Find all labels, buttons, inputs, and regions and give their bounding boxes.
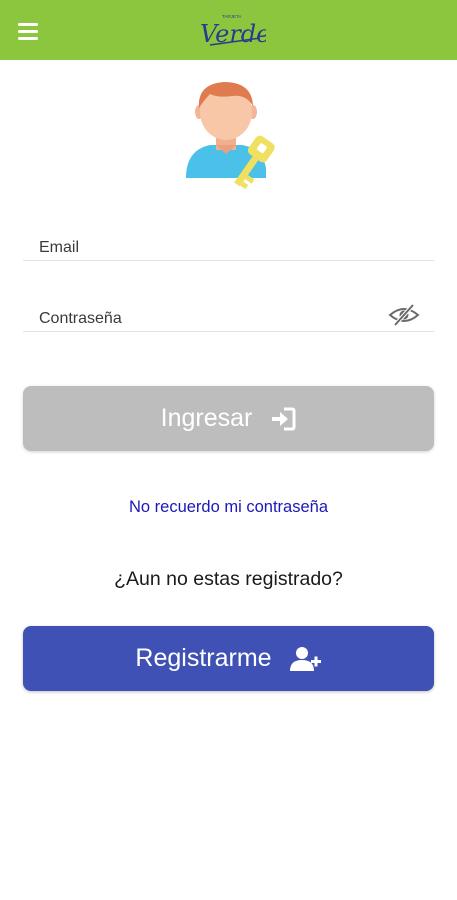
- password-field: [23, 292, 434, 332]
- forgot-password-link[interactable]: No recuerdo mi contraseña: [0, 498, 457, 517]
- brand-logo-small-text: TARJETA: [222, 14, 241, 19]
- login-button-label: Ingresar: [160, 404, 253, 432]
- brand-logo: TARJETA Verde: [200, 14, 266, 48]
- register-question: ¿Aun no estas registrado?: [114, 568, 343, 590]
- brand-logo-text: Verde: [200, 20, 266, 48]
- email-field: [23, 221, 434, 261]
- eye-slash-icon[interactable]: [388, 303, 420, 327]
- register-button[interactable]: Registrarme: [23, 626, 434, 691]
- menu-icon-line: [18, 29, 38, 33]
- app-header: TARJETA Verde: [0, 0, 457, 60]
- register-button-label: Registrarme: [135, 644, 272, 672]
- user-key-avatar-icon: [186, 82, 275, 190]
- password-input[interactable]: [39, 308, 379, 330]
- login-button[interactable]: Ingresar: [23, 386, 434, 451]
- menu-button[interactable]: [18, 18, 50, 44]
- user-plus-icon: [289, 646, 321, 671]
- email-input[interactable]: [39, 237, 379, 259]
- sign-in-icon: [272, 407, 296, 430]
- menu-icon-line: [18, 22, 38, 26]
- menu-icon-line: [18, 36, 38, 40]
